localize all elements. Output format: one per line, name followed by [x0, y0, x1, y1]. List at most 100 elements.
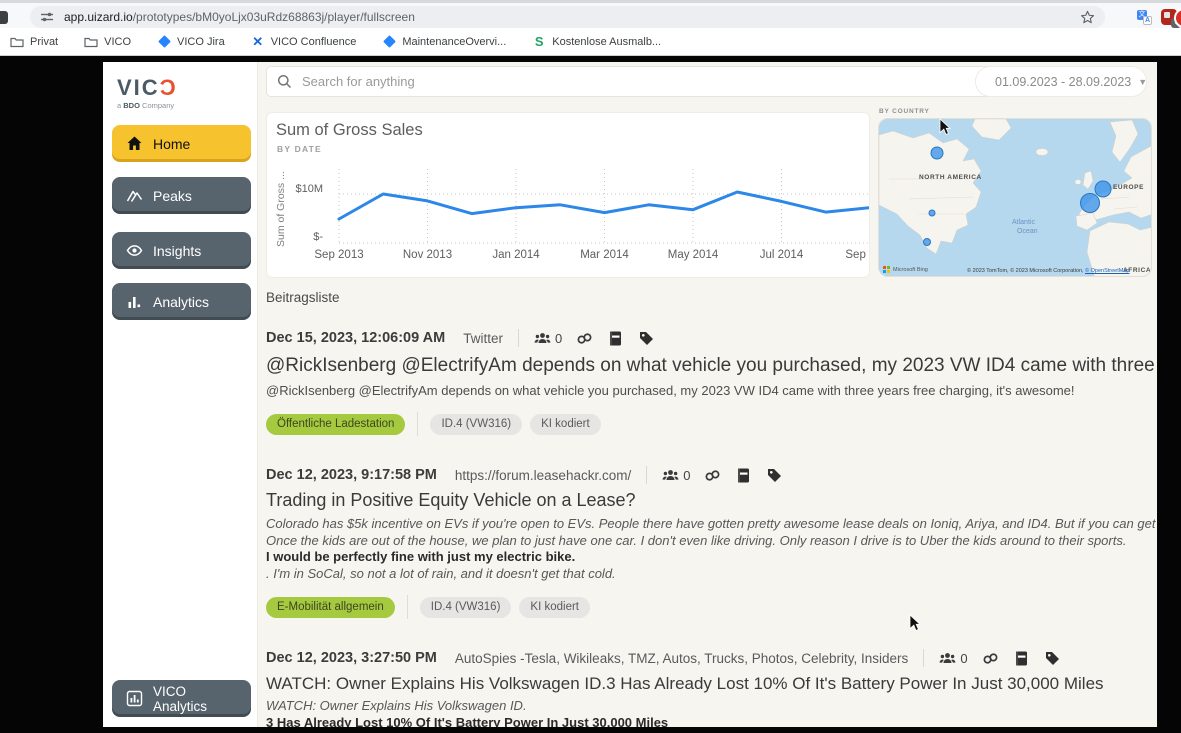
bookmark-maintenance[interactable]: MaintenanceOvervi... [382, 35, 506, 49]
url-bar[interactable]: app.uizard.io/prototypes/bM0yoLjx03uRdz6… [30, 6, 1105, 28]
map-label-atlantic: Atlantic [1012, 219, 1035, 226]
codebook-icon[interactable] [607, 330, 624, 347]
date-range-text: 01.09.2023 - 28.09.2023 [995, 75, 1131, 89]
bookmark-privat[interactable]: Privat [10, 35, 58, 49]
gross-sales-chart-card: Sum of Gross Sales BY DATE Sum of Gross … [266, 112, 870, 278]
audience-icon[interactable] [534, 330, 551, 347]
x-tick-label: May 2014 [663, 249, 723, 261]
coding-tag[interactable]: KI kodiert [530, 414, 601, 435]
map-label-north-america: NORTH AMERICA [919, 174, 982, 181]
y-tick-label: $10M [289, 183, 323, 195]
chevron-down-icon: ▼ [1138, 77, 1147, 87]
country-bubble-map[interactable]: NORTH AMERICA EUROPE AFRICA Atlantic Oce… [878, 118, 1152, 277]
post-date: Dec 12, 2023, 3:27:50 PM [266, 650, 437, 666]
post-tags: Öffentliche Ladestation ID.4 (VW316) KI … [266, 412, 1157, 436]
bing-logo-text: Microsoft Bing [893, 267, 928, 273]
link-icon[interactable] [704, 467, 721, 484]
post-body-line: I would be perfectly fine with just my e… [266, 549, 1157, 566]
coding-tag[interactable]: KI kodiert [519, 597, 590, 618]
sidebar-item-peaks[interactable]: Peaks [112, 177, 251, 214]
x-tick-label: Jul 2014 [752, 249, 812, 261]
sidebar-item-label: Peaks [153, 188, 192, 204]
bookmark-label: VICO Confluence [271, 36, 357, 48]
bing-logo: Microsoft Bing [883, 266, 928, 273]
audience-icon[interactable] [662, 467, 679, 484]
sidebar-item-vico-analytics[interactable]: VICO Analytics [112, 680, 251, 717]
x-tick-label: Sep 2014 [840, 249, 870, 261]
site-settings-icon[interactable] [40, 10, 54, 24]
audience-icon[interactable] [939, 650, 956, 667]
link-icon[interactable] [576, 330, 593, 347]
map-marker[interactable] [1095, 181, 1111, 197]
sidebar-item-label: VICO Analytics [153, 684, 237, 714]
post-body-line: Colorado has $5k incentive on EVs if you… [266, 516, 1157, 533]
codebook-icon[interactable] [1013, 650, 1030, 667]
translate-icon[interactable]: 文 A [1137, 10, 1152, 25]
map-label-europe: EUROPE [1113, 184, 1144, 191]
url-text[interactable]: app.uizard.io/prototypes/bM0yoLjx03uRdz6… [64, 10, 1072, 24]
date-range-picker[interactable]: 01.09.2023 - 28.09.2023 ▼ [975, 66, 1147, 97]
mouse-cursor [909, 614, 921, 632]
search-icon [277, 74, 292, 89]
post-title[interactable]: @RickIsenberg @ElectrifyAm depends on wh… [266, 355, 1157, 377]
sidebar: VICƆ a BDO Company Home Peaks [103, 62, 258, 727]
audience-count: 0 [960, 651, 967, 666]
translate-en-glyph: A [1143, 16, 1152, 25]
x-tick-label: Nov 2013 [398, 249, 458, 261]
boxed-bar-chart-icon [126, 690, 143, 707]
sidebar-item-insights[interactable]: Insights [112, 232, 251, 269]
divider [646, 466, 647, 484]
post-item: Dec 12, 2023, 3:27:50 PM AutoSpies -Tesl… [266, 647, 1157, 727]
bookmark-star-icon[interactable] [1080, 10, 1095, 25]
x-tick-label: Mar 2014 [575, 249, 635, 261]
bookmark-label: VICO Jira [177, 36, 225, 48]
link-icon[interactable] [982, 650, 999, 667]
post-title[interactable]: Trading in Positive Equity Vehicle on a … [266, 490, 1157, 511]
map-attribution: © 2023 TomTom, © 2023 Microsoft Corporat… [967, 268, 1129, 274]
post-body-line: WATCH: Owner Explains His Volkswagen ID. [266, 698, 1157, 715]
bar-chart-icon [126, 293, 143, 310]
post-action-icons: 0 [662, 467, 783, 484]
search-input[interactable] [302, 74, 1060, 89]
vico-logo: VICƆ a BDO Company [117, 77, 178, 110]
tag-icon[interactable] [766, 467, 783, 484]
bookmark-vico[interactable]: VICO [84, 35, 131, 49]
topic-tag[interactable]: Öffentliche Ladestation [266, 414, 405, 435]
attribution-text: © 2023 TomTom, © 2023 Microsoft Corporat… [967, 268, 1085, 274]
green-s-icon: S [532, 35, 546, 49]
sidebar-item-analytics[interactable]: Analytics [112, 283, 251, 320]
post-meta-row: Dec 12, 2023, 9:17:58 PM https://forum.l… [266, 464, 1157, 486]
eye-icon [126, 242, 143, 259]
topic-tag[interactable]: E-Mobilität allgemein [266, 597, 395, 618]
divider [923, 649, 924, 667]
sidebar-item-home[interactable]: Home [112, 125, 251, 162]
map-marker[interactable] [931, 147, 943, 159]
sidebar-item-label: Home [153, 136, 190, 152]
bookmark-vico-jira[interactable]: VICO Jira [157, 35, 225, 49]
map-marker[interactable] [929, 210, 935, 216]
confluence-icon: ✕ [251, 35, 265, 49]
bookmark-kostenlose[interactable]: S Kostenlose Ausmalb... [532, 35, 661, 49]
peaks-icon [126, 187, 143, 204]
folder-icon [84, 35, 98, 49]
post-action-icons: 0 [534, 330, 655, 347]
codebook-icon[interactable] [735, 467, 752, 484]
model-tag[interactable]: ID.4 (VW316) [420, 597, 512, 618]
search-bar [266, 66, 1071, 97]
fullscreen-stage: VICƆ a BDO Company Home Peaks [0, 57, 1181, 733]
logo-mark: Ɔ [160, 75, 178, 100]
post-list: Beitragsliste Dec 15, 2023, 12:06:09 AM … [266, 290, 1157, 727]
tag-icon[interactable] [638, 330, 655, 347]
post-title[interactable]: WATCH: Owner Explains His Volkswagen ID.… [266, 674, 1157, 694]
tag-icon[interactable] [1044, 650, 1061, 667]
map-marker[interactable] [1081, 194, 1100, 213]
map-marker[interactable] [924, 239, 931, 246]
logo-sub: Company [140, 101, 174, 110]
divider [417, 412, 418, 436]
browser-toolbar: app.uizard.io/prototypes/bM0yoLjx03uRdz6… [0, 0, 1181, 28]
bookmark-vico-confluence[interactable]: ✕ VICO Confluence [251, 35, 357, 49]
openstreetmap-link[interactable]: © OpenStreetMap [1085, 268, 1129, 274]
microsoft-logo-icon [883, 266, 890, 273]
model-tag[interactable]: ID.4 (VW316) [430, 414, 522, 435]
world-map: NORTH AMERICA EUROPE AFRICA Atlantic Oce… [879, 119, 1152, 277]
